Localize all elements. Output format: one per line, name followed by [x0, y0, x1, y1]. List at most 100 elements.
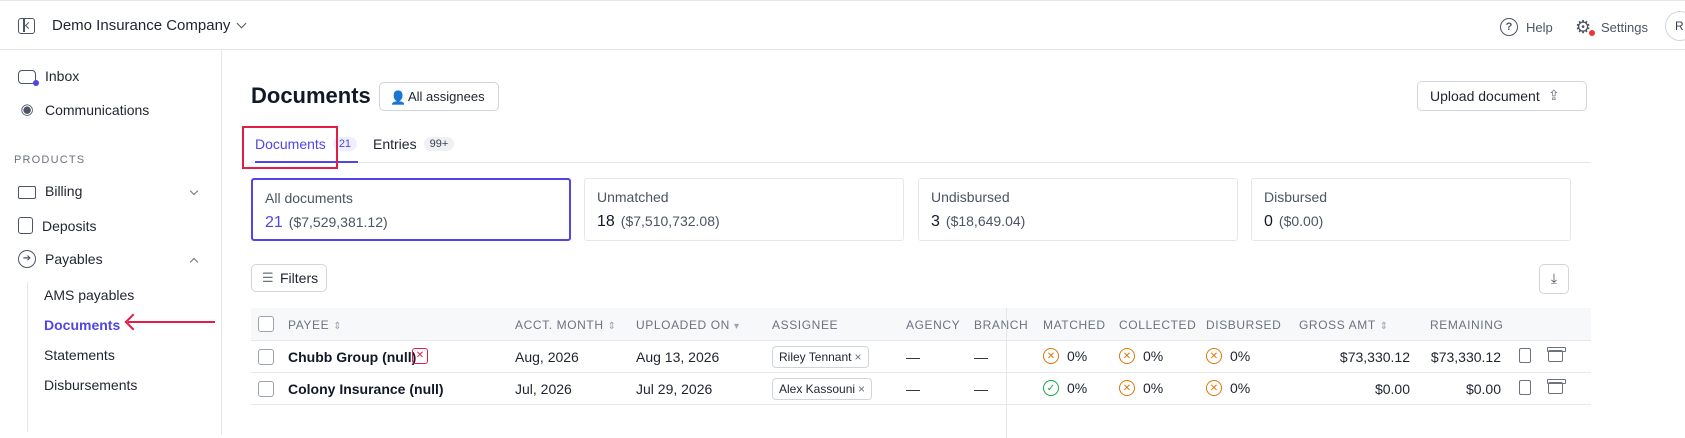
x-circle-icon: ✕ — [1206, 348, 1222, 364]
assignee-name: Alex Kassouni — [779, 382, 856, 396]
settings-label: Settings — [1601, 19, 1648, 35]
card-value: 21 ($7,529,381.12) — [265, 214, 557, 232]
archive-icon[interactable] — [1547, 347, 1566, 362]
folder-icon — [18, 186, 36, 199]
card-count: 18 — [597, 213, 615, 230]
card-label: Unmatched — [597, 189, 669, 205]
assignee-name: Riley Tennant — [779, 350, 852, 364]
row-checkbox[interactable] — [258, 349, 274, 365]
assignee-chip[interactable]: Alex Kassouni × — [772, 378, 873, 400]
sort-desc-icon: ▾ — [733, 321, 740, 332]
column-header-remaining[interactable]: REMAINING — [1430, 318, 1503, 332]
cell-agency: — — [906, 349, 920, 365]
card-value: 0 ($0.00) — [1264, 213, 1558, 231]
sidebar-item-communications[interactable]: ◉ Communications — [18, 101, 149, 119]
x-circle-icon: ✕ — [1119, 348, 1135, 364]
sort-icon: ⇕ — [333, 321, 343, 332]
header-label: GROSS AMT — [1299, 318, 1376, 332]
card-count: 0 — [1264, 213, 1273, 230]
column-header-acct-month[interactable]: ACCT. MONTH ⇕ — [515, 318, 617, 332]
select-all-checkbox[interactable] — [258, 316, 274, 332]
cell-remaining: $73,330.12 — [1430, 349, 1501, 365]
assignee-chip[interactable]: Riley Tennant × — [772, 346, 869, 368]
chevron-down-icon[interactable] — [236, 18, 247, 29]
table-header: PAYEE ⇕ ACCT. MONTH ⇕ UPLOADED ON ▾ ASSIGNE… — [251, 308, 1591, 341]
company-switcher[interactable]: Demo Insurance Company — [52, 17, 230, 34]
cell-collected: ✕ 0% — [1119, 348, 1163, 364]
filters-button[interactable]: ☰ Filters — [251, 264, 327, 292]
tab-label: Entries — [373, 136, 417, 152]
check-circle-icon: ✓ — [1043, 380, 1059, 396]
person-icon: 👤 — [390, 90, 407, 105]
sidebar-item-label: Communications — [45, 102, 150, 118]
top-bar: Demo Insurance Company ? Help ⚙ Settings… — [0, 0, 1685, 50]
sidebar-subitem-ams-payables[interactable]: AMS payables — [44, 287, 134, 303]
x-circle-icon: ✕ — [1119, 380, 1135, 396]
help-icon: ? — [1500, 18, 1518, 36]
column-header-collected[interactable]: COLLECTED — [1119, 318, 1196, 332]
column-header-matched[interactable]: MATCHED — [1043, 318, 1106, 332]
cell-matched: ✓ 0% — [1043, 380, 1087, 396]
cell-payee[interactable]: Colony Insurance (null) — [288, 381, 444, 397]
sidebar-item-deposits[interactable]: Deposits — [18, 217, 96, 234]
chevron-down-icon[interactable] — [189, 186, 199, 196]
cell-uploaded-on: Jul 29, 2026 — [636, 381, 713, 397]
chevron-up-icon[interactable] — [189, 257, 199, 267]
sidebar-subitem-statements[interactable]: Statements — [44, 347, 115, 363]
annotation-box — [242, 126, 338, 169]
help-button[interactable]: ? Help — [1500, 18, 1553, 36]
summary-card-all-documents[interactable]: All documents 21 ($7,529,381.12) — [251, 178, 571, 241]
card-label: Undisbursed — [931, 189, 1010, 205]
sidebar-subitem-documents[interactable]: Documents — [44, 317, 120, 333]
download-button[interactable]: ⤓ — [1539, 264, 1569, 294]
sort-icon: ⇕ — [607, 321, 617, 332]
document-icon[interactable] — [1519, 348, 1531, 363]
remove-assignee-icon[interactable]: × — [858, 382, 865, 396]
assignees-label: All assignees — [408, 89, 485, 104]
sidebar-item-billing[interactable]: Billing — [18, 183, 82, 199]
column-header-gross-amt[interactable]: GROSS AMT ⇕ — [1299, 318, 1389, 332]
cell-payee[interactable]: Chubb Group (null) — [288, 349, 416, 365]
disbursed-value: 0% — [1230, 348, 1251, 364]
sidebar-item-label: Payables — [45, 251, 103, 267]
tab-count-badge: 99+ — [423, 137, 455, 151]
filter-icon: ☰ — [262, 270, 274, 285]
x-circle-icon: ✕ — [1206, 380, 1222, 396]
column-header-agency[interactable]: AGENCY — [906, 318, 960, 332]
table-row[interactable]: Chubb Group (null) ✕ Aug, 2026 Aug 13, 2… — [251, 341, 1591, 373]
sidebar-item-payables[interactable]: ➔ Payables — [18, 250, 103, 268]
card-count: 3 — [931, 213, 940, 230]
cell-agency: — — [906, 381, 920, 397]
cell-matched: ✕ 0% — [1043, 348, 1087, 364]
upload-document-button[interactable]: Upload document ⇪ — [1417, 81, 1587, 111]
remove-assignee-icon[interactable]: × — [855, 350, 862, 364]
sidebar: Inbox ◉ Communications PRODUCTS Billing … — [0, 50, 222, 435]
sort-icon: ⇕ — [1379, 321, 1389, 332]
arrow-right-circle-icon: ➔ — [18, 250, 36, 268]
tab-entries[interactable]: Entries 99+ — [373, 136, 455, 152]
matched-value: 0% — [1067, 348, 1088, 364]
upload-label: Upload document — [1430, 88, 1540, 104]
summary-card-disbursed[interactable]: Disbursed 0 ($0.00) — [1251, 178, 1571, 241]
card-label: All documents — [265, 190, 353, 206]
column-header-branch[interactable]: BRANCH — [974, 318, 1028, 332]
card-amount: ($7,529,381.12) — [288, 214, 388, 230]
column-header-disbursed[interactable]: DISBURSED — [1206, 318, 1281, 332]
cell-disbursed: ✕ 0% — [1206, 348, 1250, 364]
summary-card-unmatched[interactable]: Unmatched 18 ($7,510,732.08) — [584, 178, 904, 241]
summary-card-undisbursed[interactable]: Undisbursed 3 ($18,649.04) — [918, 178, 1238, 241]
column-header-payee[interactable]: PAYEE ⇕ — [288, 318, 342, 332]
sidebar-toggle-icon[interactable] — [18, 18, 35, 34]
column-header-assignee[interactable]: ASSIGNEE — [772, 318, 838, 332]
avatar[interactable]: R — [1665, 11, 1685, 41]
row-checkbox[interactable] — [258, 381, 274, 397]
table-row[interactable]: Colony Insurance (null) Jul, 2026 Jul 29… — [251, 373, 1591, 405]
sidebar-item-inbox[interactable]: Inbox — [18, 68, 79, 86]
settings-button[interactable]: ⚙ Settings — [1575, 18, 1648, 36]
document-icon[interactable] — [1519, 380, 1531, 395]
column-header-uploaded-on[interactable]: UPLOADED ON ▾ — [636, 318, 740, 332]
assignees-filter-button[interactable]: 👤 All assignees — [379, 82, 499, 111]
archive-icon[interactable] — [1547, 379, 1566, 394]
cell-acct-month: Jul, 2026 — [515, 381, 572, 397]
sidebar-subitem-disbursements[interactable]: Disbursements — [44, 377, 137, 393]
